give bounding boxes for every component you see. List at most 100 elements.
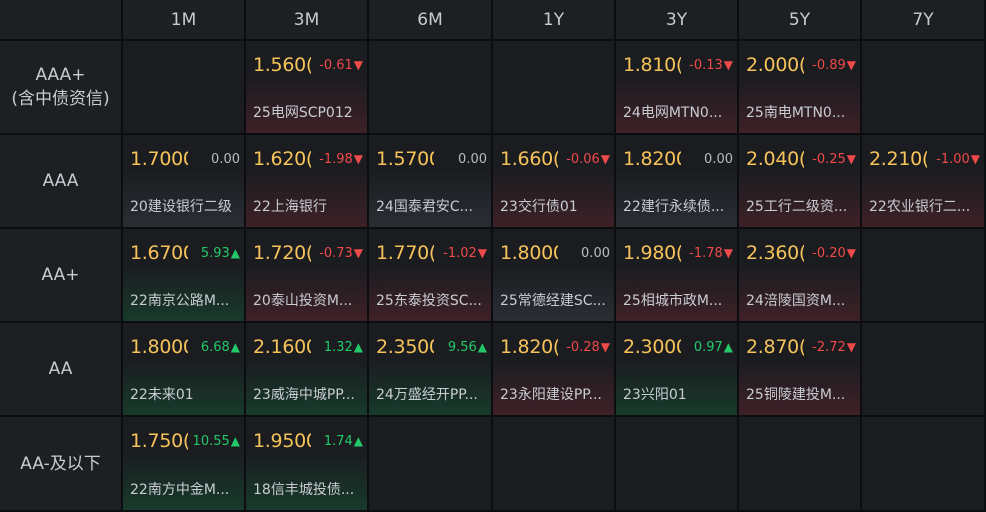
bond-name: 18信丰城投债... <box>253 482 355 498</box>
bond-name: 24电网MTN0... <box>623 105 723 121</box>
empty-cell <box>862 41 986 135</box>
yield-change: 0.00 <box>581 246 610 261</box>
yield-change: -1.98▼ <box>319 152 363 167</box>
triangle-down-icon: ▼ <box>846 340 856 354</box>
triangle-down-icon: ▼ <box>600 152 610 166</box>
quote-cell[interactable]: 1.770(-1.02▼ 25东泰投资SC... <box>369 229 493 323</box>
bond-name: 23威海中城PP... <box>253 387 355 403</box>
triangle-down-icon: ▼ <box>353 246 363 260</box>
yield-change-value: 0.00 <box>458 152 487 167</box>
quote-cell[interactable]: 1.5700 0.00 24国泰君安C... <box>369 135 493 229</box>
triangle-up-icon: ▲ <box>353 434 363 448</box>
bond-name: 25工行二级资... <box>746 199 848 215</box>
yield-change-value: 1.74 <box>323 434 353 449</box>
yield-value: 1.820( <box>500 336 558 358</box>
empty-cell <box>862 417 986 512</box>
triangle-down-icon: ▼ <box>723 246 733 260</box>
triangle-up-icon: ▲ <box>230 246 240 260</box>
quote-cell[interactable]: 1.980(-1.78▼ 25相城市政M... <box>616 229 739 323</box>
yield-value: 2.870( <box>746 336 804 358</box>
row-header-label: AAA+ (含中债资信) <box>11 65 110 109</box>
bond-name: 22南方中金M... <box>130 482 230 498</box>
row-header: AAA <box>0 135 123 229</box>
bond-name: 23兴阳01 <box>623 387 687 403</box>
bond-name: 24万盛经开PP... <box>376 387 478 403</box>
yield-value: 2.210( <box>869 148 927 170</box>
yield-change: 1.32▲ <box>324 340 363 355</box>
column-header-6m[interactable]: 6M <box>369 0 493 41</box>
row-header: AA <box>0 323 123 417</box>
column-header-1y[interactable]: 1Y <box>493 0 616 41</box>
yield-change: -1.00▼ <box>936 152 980 167</box>
yield-value: 1.980( <box>623 242 681 264</box>
quote-cell[interactable]: 1.6700 5.93▲ 22南京公路M... <box>123 229 246 323</box>
row-header: AAA+ (含中债资信) <box>0 41 123 135</box>
quote-cell[interactable]: 1.7000 0.00 20建设银行二级 <box>123 135 246 229</box>
yield-value: 1.620( <box>253 148 311 170</box>
column-header-3y[interactable]: 3Y <box>616 0 739 41</box>
triangle-down-icon: ▼ <box>846 152 856 166</box>
bond-name: 25电网SCP012 <box>253 105 353 121</box>
quote-cell[interactable]: 2.1600 1.32▲ 23威海中城PP... <box>246 323 369 417</box>
yield-change: -0.06▼ <box>566 152 610 167</box>
bond-name: 22未来01 <box>130 387 194 403</box>
yield-change-value: 0.97 <box>693 340 723 355</box>
yield-change-value: 9.56 <box>447 340 477 355</box>
yield-change: -0.25▼ <box>812 152 856 167</box>
yield-change-value: 6.68 <box>200 340 230 355</box>
quote-cell[interactable]: 2.360(-0.20▼ 24涪陵国资M... <box>739 229 862 323</box>
yield-value: 1.560( <box>253 54 311 76</box>
triangle-down-icon: ▼ <box>477 246 487 260</box>
yield-change: -1.78▼ <box>689 246 733 261</box>
column-header-1m[interactable]: 1M <box>123 0 246 41</box>
quote-cell[interactable]: 2.000(-0.89▼ 25南电MTN0... <box>739 41 862 135</box>
quote-cell[interactable]: 1.620(-1.98▼ 22上海银行 <box>246 135 369 229</box>
quote-cell[interactable]: 1.8000 6.68▲ 22未来01 <box>123 323 246 417</box>
quote-cell[interactable]: 1.560(-0.61▼ 25电网SCP012 <box>246 41 369 135</box>
corner-cell <box>0 0 123 41</box>
empty-cell <box>862 229 986 323</box>
quote-cell[interactable]: 1.660(-0.06▼ 23交行债01 <box>493 135 616 229</box>
quote-cell[interactable]: 1.720(-0.73▼ 20泰山投资M... <box>246 229 369 323</box>
yield-value: 2.000( <box>746 54 804 76</box>
yield-value: 1.8000 <box>500 242 558 264</box>
yield-value: 1.770( <box>376 242 434 264</box>
yield-value: 1.7000 <box>130 148 188 170</box>
bond-name: 22农业银行二... <box>869 199 971 215</box>
yield-change: 6.68▲ <box>201 340 240 355</box>
quote-cell[interactable]: 1.9500 1.74▲ 18信丰城投债... <box>246 417 369 512</box>
quote-cell[interactable]: 2.210( -1.00▼ 22农业银行二... <box>862 135 986 229</box>
column-header-5y[interactable]: 5Y <box>739 0 862 41</box>
yield-change: 0.97▲ <box>694 340 733 355</box>
quote-cell[interactable]: 2.040( -0.25▼ 25工行二级资... <box>739 135 862 229</box>
bond-name: 25铜陵建投M... <box>746 387 846 403</box>
row-header-label: AA-及以下 <box>20 453 101 474</box>
yield-value: 2.040( <box>746 148 804 170</box>
quote-cell[interactable]: 2.3500 9.56▲ 24万盛经开PP... <box>369 323 493 417</box>
triangle-down-icon: ▼ <box>353 58 363 72</box>
quote-cell[interactable]: 1.820(-0.28▼ 23永阳建设PP... <box>493 323 616 417</box>
bond-name: 20泰山投资M... <box>253 293 353 309</box>
quote-cell[interactable]: 1.8200 0.00 22建行永续债... <box>616 135 739 229</box>
quote-cell[interactable]: 1.750(10.55▲ 22南方中金M... <box>123 417 246 512</box>
triangle-up-icon: ▲ <box>723 340 733 354</box>
yield-change: -0.89▼ <box>812 58 856 73</box>
yield-change-value: -0.06 <box>566 152 600 167</box>
bond-name: 25常德经建SC... <box>500 293 606 309</box>
yield-value: 1.8200 <box>623 148 681 170</box>
quote-cell[interactable]: 2.870(-2.72▼ 25铜陵建投M... <box>739 323 862 417</box>
yield-change-value: -1.02 <box>443 246 477 261</box>
quote-cell[interactable]: 2.3000 0.97▲ 23兴阳01 <box>616 323 739 417</box>
yield-change-value: -1.98 <box>319 152 353 167</box>
yield-value: 1.9500 <box>253 430 311 452</box>
yield-change: -0.13▼ <box>689 58 733 73</box>
column-header-7y[interactable]: 7Y <box>862 0 986 41</box>
bond-name: 24国泰君安C... <box>376 199 473 215</box>
empty-cell <box>616 417 739 512</box>
quote-cell[interactable]: 1.810(-0.13▼ 24电网MTN0... <box>616 41 739 135</box>
yield-change: -1.02▼ <box>443 246 487 261</box>
quote-cell[interactable]: 1.8000 0.00 25常德经建SC... <box>493 229 616 323</box>
yield-value: 1.660( <box>500 148 558 170</box>
yield-change-value: 0.00 <box>581 246 610 261</box>
column-header-3m[interactable]: 3M <box>246 0 369 41</box>
